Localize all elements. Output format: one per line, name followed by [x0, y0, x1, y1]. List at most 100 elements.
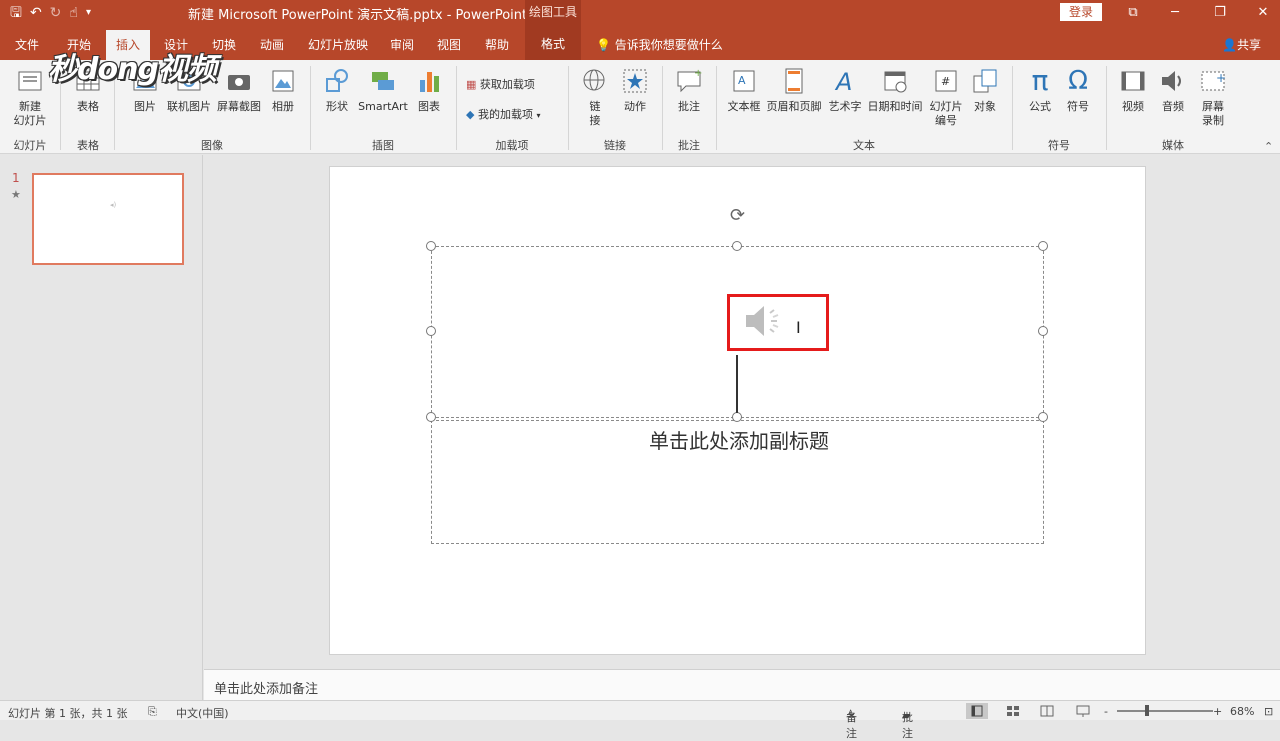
- link-button[interactable]: 链 接: [578, 66, 612, 128]
- screenshot-button[interactable]: 屏幕截图: [214, 66, 264, 114]
- tab-help[interactable]: 帮助: [485, 36, 509, 53]
- resize-handle[interactable]: [426, 241, 436, 251]
- tab-review[interactable]: 审阅: [390, 36, 414, 53]
- resize-handle[interactable]: [732, 412, 742, 422]
- subtitle-placeholder-text[interactable]: 单击此处添加副标题: [432, 425, 1046, 454]
- login-button[interactable]: 登录: [1060, 3, 1102, 21]
- group-separator: [1012, 66, 1013, 150]
- restore-icon[interactable]: ❐: [1205, 2, 1235, 24]
- group-addins-label: 加载项: [495, 139, 529, 152]
- minimize-icon[interactable]: ─: [1160, 2, 1190, 24]
- resize-handle[interactable]: [1038, 326, 1048, 336]
- close-icon[interactable]: ✕: [1248, 2, 1278, 24]
- object-button[interactable]: 对象: [968, 66, 1002, 114]
- smartart-button[interactable]: SmartArt: [358, 66, 408, 114]
- video-label: 视频: [1122, 100, 1144, 113]
- comment-button[interactable]: + 批注: [672, 66, 706, 114]
- spellcheck-icon[interactable]: ⎘: [148, 705, 157, 719]
- symbol-button[interactable]: Ω 符号: [1060, 66, 1096, 114]
- pictures-label: 图片: [134, 100, 156, 113]
- new-slide-button[interactable]: 新建 幻灯片: [8, 66, 52, 128]
- slide-sorter-button[interactable]: [1002, 703, 1024, 719]
- group-separator: [568, 66, 569, 150]
- comment-label: 批注: [678, 100, 700, 113]
- resize-handle[interactable]: [1038, 241, 1048, 251]
- undo-icon[interactable]: ↶: [30, 3, 42, 23]
- normal-view-button[interactable]: [966, 703, 988, 719]
- zoom-level[interactable]: 68%: [1230, 705, 1254, 718]
- customize-qat-icon[interactable]: ▾: [86, 3, 91, 23]
- smartart-icon: [372, 72, 394, 90]
- resize-handle[interactable]: [1038, 412, 1048, 422]
- tab-animations[interactable]: 动画: [260, 36, 284, 53]
- zoom-slider-thumb[interactable]: [1145, 705, 1149, 716]
- document-title: 新建 Microsoft PowerPoint 演示文稿.pptx - Powe…: [188, 8, 528, 23]
- slideshow-view-button[interactable]: [1072, 703, 1094, 719]
- redo-icon[interactable]: ↻: [50, 3, 62, 23]
- resize-handle[interactable]: [426, 412, 436, 422]
- header-footer-button[interactable]: 页眉和页脚: [764, 66, 824, 114]
- calendar-icon: [884, 71, 907, 93]
- zoom-slider-track[interactable]: [1117, 710, 1213, 712]
- tab-view[interactable]: 视图: [437, 36, 461, 53]
- save-icon[interactable]: 🖫: [10, 3, 22, 23]
- slide-number-button[interactable]: # 幻灯片 编号: [926, 66, 966, 128]
- share-button[interactable]: 👤共享: [1222, 36, 1261, 53]
- zoom-in-button[interactable]: +: [1213, 705, 1222, 718]
- textbox-button[interactable]: A 文本框: [724, 66, 764, 114]
- touch-mode-icon[interactable]: ☝: [69, 3, 78, 23]
- shapes-button[interactable]: 形状: [320, 66, 354, 114]
- get-addins-button[interactable]: ▦ 获取加载项: [466, 76, 535, 92]
- my-addins-button[interactable]: ◆ 我的加载项 ▾: [466, 106, 540, 122]
- date-time-button[interactable]: 日期和时间: [866, 66, 924, 114]
- notes-toggle-label: 备注: [846, 711, 857, 740]
- video-button[interactable]: 视频: [1116, 66, 1150, 114]
- object-icon: [973, 69, 997, 93]
- screen-recording-button[interactable]: + 屏幕 录制: [1196, 66, 1230, 128]
- group-links-label: 链接: [604, 139, 626, 152]
- notes-placeholder-text: 单击此处添加备注: [214, 682, 319, 697]
- resize-handle[interactable]: [426, 326, 436, 336]
- ribbon-display-options-icon[interactable]: ⧉: [1118, 2, 1148, 24]
- photo-album-label: 相册: [272, 100, 294, 113]
- fit-to-window-icon[interactable]: ⊡: [1264, 705, 1273, 718]
- textbox-label: 文本框: [727, 100, 761, 113]
- notes-pane[interactable]: 单击此处添加备注: [204, 669, 1280, 700]
- zoom-out-button[interactable]: -: [1104, 705, 1108, 718]
- resize-handle[interactable]: [732, 241, 742, 251]
- audio-button[interactable]: 音频: [1156, 66, 1190, 114]
- group-comments-label: 批注: [678, 139, 700, 152]
- action-label: 动作: [624, 100, 646, 113]
- camera-icon: [228, 75, 250, 90]
- rotate-handle-icon[interactable]: ⟳: [730, 205, 745, 226]
- slide-number-icon: #: [935, 70, 957, 92]
- equation-label: 公式: [1029, 100, 1051, 113]
- tab-format[interactable]: 格式: [525, 26, 581, 60]
- chart-button[interactable]: 图表: [412, 66, 446, 114]
- slide-thumbnail[interactable]: ◂): [32, 173, 184, 265]
- normal-view-icon: [971, 705, 983, 717]
- watermark-logo: 秒dong视频: [48, 52, 217, 87]
- wordart-button[interactable]: A 艺术字: [826, 66, 864, 114]
- slide-canvas[interactable]: ⟳ I 单击此处添加副标题: [329, 166, 1146, 655]
- status-bar: 幻灯片 第 1 张，共 1 张 ⎘ 中文(中国) ≜ 备注 ▰ 批注 - + 6…: [0, 700, 1280, 740]
- dropdown-arrow-icon: ▾: [536, 111, 541, 120]
- tab-file[interactable]: 文件: [15, 36, 39, 53]
- action-button[interactable]: 动作: [618, 66, 652, 114]
- symbol-label: 符号: [1067, 100, 1089, 113]
- audio-icon-highlight[interactable]: [727, 294, 829, 351]
- new-slide-label: 新建 幻灯片: [13, 100, 47, 127]
- tab-slideshow[interactable]: 幻灯片放映: [308, 36, 368, 53]
- slide-info: 幻灯片 第 1 张，共 1 张: [8, 707, 128, 720]
- textbox-icon: A: [733, 70, 755, 92]
- reading-view-button[interactable]: [1036, 703, 1058, 719]
- share-label: 共享: [1236, 38, 1261, 52]
- collapse-ribbon-icon[interactable]: ⌃: [1264, 140, 1273, 153]
- audio-speaker-icon[interactable]: [742, 301, 788, 341]
- screenshot-label: 屏幕截图: [217, 100, 261, 113]
- equation-button[interactable]: π 公式: [1022, 66, 1058, 114]
- language-indicator[interactable]: 中文(中国): [176, 705, 229, 721]
- tell-me-search[interactable]: 💡 告诉我你想要做什么: [596, 36, 723, 53]
- addin-icon: ◆: [466, 108, 475, 121]
- photo-album-button[interactable]: 相册: [266, 66, 300, 114]
